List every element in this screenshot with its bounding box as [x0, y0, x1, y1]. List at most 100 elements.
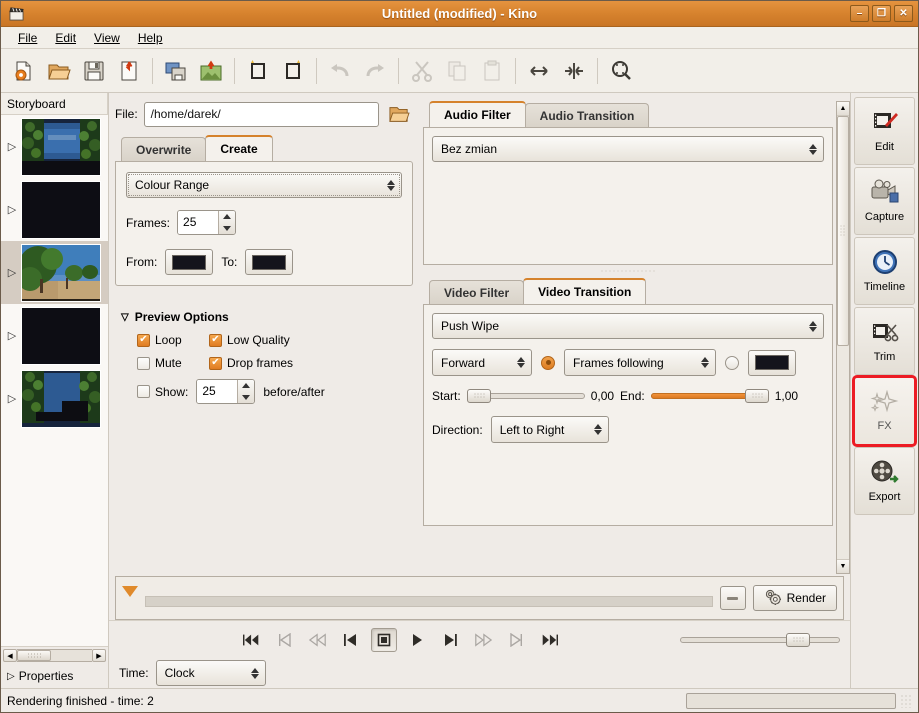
slider-knob[interactable] [466, 389, 491, 403]
low-quality-checkbox[interactable]: Low Quality [209, 333, 290, 347]
mute-checkbox[interactable]: Mute [137, 356, 209, 370]
file-input[interactable]: /home/darek/ [143, 101, 379, 127]
slider-knob[interactable] [786, 632, 810, 647]
new-icon[interactable] [7, 54, 41, 88]
scroll-down-icon[interactable]: ▼ [837, 559, 849, 573]
transition-colour-button[interactable] [748, 349, 796, 376]
frames-source-radio[interactable] [541, 355, 555, 370]
close-button[interactable]: ✕ [894, 5, 913, 22]
sidebar-item-trim[interactable]: Trim [854, 307, 915, 375]
start-slider[interactable] [466, 389, 585, 403]
tab-video-filter[interactable]: Video Filter [429, 280, 525, 304]
step-forward-button[interactable] [437, 628, 463, 652]
play-button[interactable] [404, 628, 430, 652]
previous-scene-button[interactable] [272, 628, 298, 652]
show-value[interactable]: 25 [197, 380, 238, 403]
tab-audio-filter[interactable]: Audio Filter [429, 101, 526, 127]
timeline-bar[interactable] [145, 595, 713, 607]
sidebar-item-edit[interactable]: Edit [854, 97, 915, 165]
list-item[interactable]: ▷ [1, 178, 108, 241]
colour-source-radio[interactable] [725, 355, 739, 370]
expander-triangle-icon[interactable]: ▷ [3, 203, 21, 216]
storyboard-list[interactable]: ▷ ▷ ▷ ▷ ▷ [1, 115, 108, 646]
storyboard-horizontal-scrollbar[interactable]: ◀ ▶ [1, 646, 108, 664]
show-checkbox[interactable]: Show: [137, 385, 188, 399]
end-slider[interactable] [650, 389, 769, 403]
scroll-thumb[interactable] [17, 650, 51, 661]
scroll-track[interactable] [17, 649, 92, 662]
expander-triangle-icon[interactable]: ▷ [3, 329, 21, 342]
stepper-up-icon[interactable] [238, 380, 254, 392]
save-icon[interactable] [77, 54, 111, 88]
from-colour-button[interactable] [165, 249, 214, 275]
scroll-left-icon[interactable]: ◀ [3, 649, 17, 662]
render-button[interactable]: Render [752, 585, 837, 611]
sidebar-item-fx[interactable]: FX [852, 375, 917, 447]
direction-mode-dropdown[interactable]: Forward [432, 349, 532, 376]
playhead-marker-icon[interactable] [122, 585, 138, 597]
thumb-vineyard[interactable] [21, 243, 101, 302]
scroll-right-icon[interactable]: ▶ [92, 649, 106, 662]
tab-audio-transition[interactable]: Audio Transition [524, 103, 650, 127]
copy-icon[interactable] [440, 54, 474, 88]
resize-grip-icon[interactable] [900, 693, 912, 708]
zoom-search-icon[interactable] [604, 54, 638, 88]
stepper-down-icon[interactable] [219, 223, 235, 235]
scroll-thumb[interactable] [837, 116, 849, 347]
redo-icon[interactable] [358, 54, 392, 88]
menu-view[interactable]: View [85, 29, 129, 47]
sidebar-item-capture[interactable]: Capture [854, 167, 915, 235]
cut-icon[interactable] [405, 54, 439, 88]
list-item[interactable]: ▷ [1, 367, 108, 430]
time-format-dropdown[interactable]: Clock [155, 660, 266, 686]
preview-options-expander[interactable]: ▽ Preview Options [121, 310, 413, 324]
save-as-icon[interactable] [112, 54, 146, 88]
sidebar-item-export[interactable]: Export [854, 447, 915, 515]
tab-video-transition[interactable]: Video Transition [523, 278, 647, 304]
paste-icon[interactable] [475, 54, 509, 88]
timeline-strip[interactable]: Render [115, 576, 844, 620]
audio-filter-dropdown[interactable]: Bez zmian [432, 136, 824, 162]
open-icon[interactable] [42, 54, 76, 88]
expander-triangle-icon[interactable]: ▷ [3, 266, 21, 279]
skip-to-start-button[interactable] [239, 628, 265, 652]
frames-source-dropdown[interactable]: Frames following [564, 349, 716, 376]
position-slider[interactable] [680, 632, 840, 647]
sidebar-item-timeline[interactable]: Timeline [854, 237, 915, 305]
scroll-up-icon[interactable]: ▲ [837, 102, 849, 116]
video-transition-dropdown[interactable]: Push Wipe [432, 313, 824, 339]
list-item[interactable]: ▷ [1, 115, 108, 178]
step-back-button[interactable] [338, 628, 364, 652]
show-stepper-buttons[interactable] [237, 380, 255, 403]
generator-dropdown[interactable]: Colour Range [126, 172, 402, 198]
pane-splitter-grip[interactable] [423, 265, 833, 278]
thumb-forest-water[interactable] [21, 117, 101, 176]
direction-dropdown[interactable]: Left to Right [490, 416, 609, 443]
menu-file[interactable]: File [9, 29, 46, 47]
properties-expander[interactable]: ▷ Properties [1, 664, 108, 688]
loop-checkbox[interactable]: Loop [137, 333, 209, 347]
minimize-button[interactable]: – [850, 5, 869, 22]
stepper-up-icon[interactable] [219, 211, 235, 223]
insert-frame-before-icon[interactable] [241, 54, 275, 88]
thumb-forest-bars[interactable] [21, 369, 101, 428]
show-stepper[interactable]: 25 [196, 379, 256, 404]
tab-overwrite[interactable]: Overwrite [121, 137, 207, 161]
menu-edit[interactable]: Edit [46, 29, 85, 47]
to-colour-button[interactable] [245, 249, 294, 275]
scroll-track[interactable] [837, 116, 849, 559]
list-item[interactable]: ▷ [1, 241, 108, 304]
stop-button[interactable] [371, 627, 397, 652]
frames-value[interactable]: 25 [178, 211, 219, 234]
frames-stepper[interactable]: 25 [177, 210, 237, 235]
expander-triangle-icon[interactable]: ▷ [3, 140, 21, 153]
folder-open-icon[interactable] [385, 101, 413, 127]
split-scene-icon[interactable] [522, 54, 556, 88]
thumb-black[interactable] [21, 180, 101, 239]
slider-knob[interactable] [744, 389, 769, 403]
rewind-button[interactable] [305, 628, 331, 652]
expander-triangle-icon[interactable]: ▷ [3, 392, 21, 405]
menu-help[interactable]: Help [129, 29, 172, 47]
undo-icon[interactable] [323, 54, 357, 88]
join-scene-icon[interactable] [557, 54, 591, 88]
